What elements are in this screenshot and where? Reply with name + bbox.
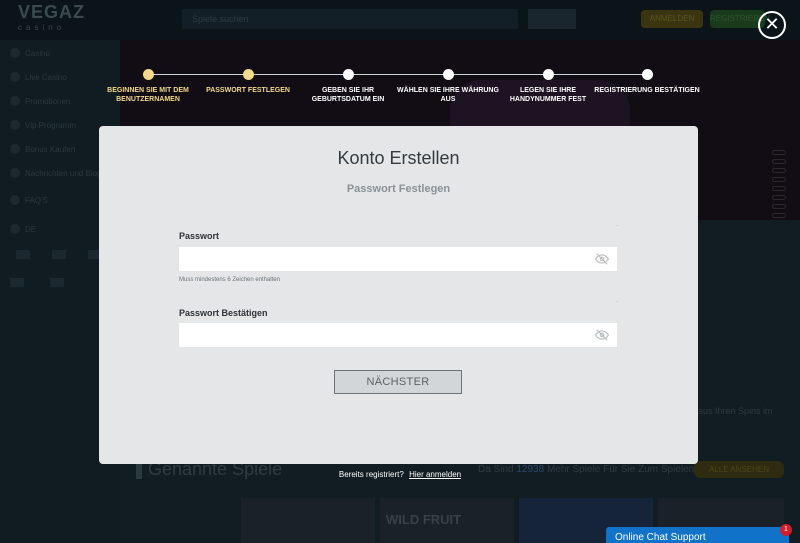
sidebar-item-promotions: Promotionen	[10, 96, 70, 106]
step-label: BEGINNEN SIE MIT DEM BENUTZERNAMEN	[107, 87, 189, 103]
chat-notification-badge: 1	[780, 524, 792, 536]
site-header: VEGAZ casino Spiele suchen ANMELDEN REGIS…	[0, 0, 800, 40]
globe-icon	[10, 224, 20, 234]
next-button[interactable]: NÄCHSTER	[334, 370, 462, 394]
casino-icon	[10, 48, 20, 58]
already-registered-text: Bereits registriert?	[338, 470, 404, 479]
step-node	[442, 69, 454, 80]
field-marker: -	[616, 223, 618, 229]
promotions-icon	[10, 96, 20, 106]
live-casino-icon	[10, 72, 20, 82]
already-registered: Bereits registriert? Hier anmelden	[0, 470, 800, 479]
flag-icon	[52, 250, 66, 259]
chat-support-button[interactable]: Online Chat Support	[606, 527, 789, 543]
login-link[interactable]: Hier anmelden	[409, 470, 461, 479]
field-marker: -	[616, 299, 618, 305]
hide-password-icon[interactable]	[595, 252, 609, 266]
site-logo: VEGAZ casino	[18, 2, 86, 32]
flag-icon	[50, 278, 64, 287]
confirm-password-label: Passwort Bestätigen	[179, 308, 268, 318]
vip-icon	[10, 120, 20, 130]
close-icon: ✕	[764, 14, 780, 34]
step-label: PASSWORT FESTLEGEN	[206, 87, 290, 94]
promo-text: aus Ihren Spins im	[698, 406, 773, 416]
registration-modal: Konto Erstellen Passwort Festlegen - Pas…	[99, 126, 698, 464]
step-label: LEGEN SIE IHRE HANDYNUMMER FEST	[509, 87, 587, 103]
close-button[interactable]: ✕	[758, 11, 786, 39]
faq-icon	[10, 195, 20, 205]
hero-pagination	[772, 150, 786, 231]
step-password: PASSWORT FESTLEGEN	[193, 69, 303, 95]
step-node	[142, 69, 154, 80]
confirm-password-field[interactable]	[179, 323, 617, 347]
step-phone: LEGEN SIE IHRE HANDYNUMMER FEST	[493, 69, 603, 104]
step-currency: WÄHLEN SIE IHRE WÄHRUNG AUS	[393, 69, 503, 104]
modal-title: Konto Erstellen	[337, 148, 460, 168]
game-tile: WILD FRUIT	[380, 498, 514, 543]
step-confirm: REGISTRIERUNG BESTÄTIGEN	[592, 69, 702, 95]
sidebar-item-vip: Vip Programm	[10, 120, 76, 130]
password-hint: Muss mindestens 6 Zeichen enthalten	[179, 277, 281, 283]
flag-icon	[10, 278, 24, 287]
password-label: Passwort	[179, 231, 220, 241]
step-node	[641, 69, 653, 80]
game-tile	[241, 498, 375, 543]
step-username: BEGINNEN SIE MIT DEM BENUTZERNAMEN	[93, 69, 203, 104]
blog-icon	[10, 168, 20, 178]
search-button	[528, 9, 576, 29]
step-birthdate: GEBEN SIE IHR GEBURTSDATUM EIN	[293, 69, 403, 104]
bonus-icon	[10, 144, 20, 154]
header-register-button: REGISTRIEREN	[710, 10, 770, 28]
sidebar-item-casino: Casino	[10, 48, 50, 58]
modal-subtitle: Passwort Festlegen	[346, 183, 451, 195]
sidebar-item-bonus: Bonus Kaufen	[10, 144, 75, 154]
password-field[interactable]	[179, 247, 617, 271]
step-node	[342, 69, 354, 80]
step-node	[242, 69, 254, 80]
sidebar-item-live-casino: Live Casino	[10, 72, 67, 82]
sidebar-item-faq: FAQ'S	[10, 195, 48, 205]
header-login-button: ANMELDEN	[641, 10, 703, 28]
step-label: REGISTRIERUNG BESTÄTIGEN	[594, 87, 700, 94]
hide-password-icon[interactable]	[595, 328, 609, 342]
sidebar-item-blog: Nachrichten und Blog	[10, 168, 102, 178]
flag-icon	[16, 250, 30, 259]
step-label: GEBEN SIE IHR GEBURTSDATUM EIN	[311, 87, 385, 103]
step-node	[542, 69, 554, 80]
language-selector: DE	[10, 224, 36, 234]
step-label: WÄHLEN SIE IHRE WÄHRUNG AUS	[397, 87, 499, 103]
search-input: Spiele suchen	[182, 9, 518, 29]
